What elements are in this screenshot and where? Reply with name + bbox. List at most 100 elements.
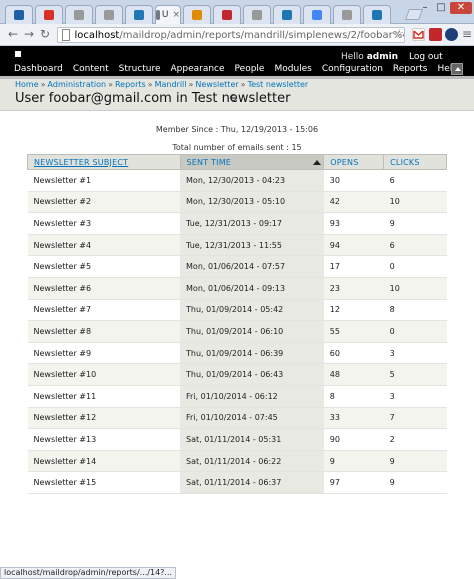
close-window-icon[interactable]: ✕ [450,2,472,14]
address-bar[interactable]: localhost/maildrop/admin/reports/mandril… [57,27,405,43]
browser-tab[interactable] [183,5,211,24]
browser-tab[interactable] [213,5,241,24]
shortcut-icon[interactable] [230,94,237,101]
cell-sent-time: Fri, 01/10/2014 - 07:45 [180,407,324,430]
cell-opens: 90 [323,428,384,451]
cell-subject: Newsletter #9 [27,342,181,365]
browser-tab[interactable] [35,5,63,24]
breadcrumb-link[interactable]: Mandrill [155,80,187,89]
cell-subject: Newsletter #10 [27,363,181,386]
table-row: Newsletter #1 Mon, 12/30/2013 - 04:23 30 6 [27,169,447,192]
admin-menu-item-configuration[interactable]: Configuration [322,64,383,74]
google-icon [312,10,322,20]
browser-tab[interactable] [303,5,331,24]
close-tab-icon[interactable]: × [172,10,180,20]
cell-clicks: 10 [383,191,447,214]
menu-icon[interactable]: ≡ [460,27,474,41]
table-header-row: Newsletter subject Sent time Opens Click… [27,154,447,170]
home-icon[interactable] [15,51,21,57]
cell-sent-time: Tue, 12/31/2013 - 09:17 [180,212,324,235]
cell-opens: 9 [323,450,384,473]
breadcrumb-separator: » [40,80,46,89]
reload-icon[interactable]: ↻ [38,27,52,41]
cell-clicks: 10 [383,277,447,300]
cell-sent-time: Mon, 12/30/2013 - 05:10 [180,191,324,214]
breadcrumb-link[interactable]: Test newsletter [248,80,309,89]
cell-clicks: 6 [383,234,447,257]
bookmark-star-icon[interactable]: ☆ [392,27,406,41]
cell-clicks: 7 [383,407,447,430]
header-label[interactable]: Clicks [390,158,420,167]
cell-clicks: 0 [383,255,447,278]
gmail-icon [44,10,54,20]
drupal-icon [372,10,382,20]
cell-subject: Newsletter #1 [27,169,181,192]
admin-menu-item-dashboard[interactable]: Dashboard [14,64,63,74]
mandrill-extension-icon[interactable] [429,28,442,41]
admin-menu-item-reports[interactable]: Reports [393,64,428,74]
cell-clicks: 3 [383,342,447,365]
admin-menu-item-appearance[interactable]: Appearance [171,64,225,74]
header-label[interactable]: Opens [330,158,358,167]
table-row: Newsletter #3 Tue, 12/31/2013 - 09:17 93 9 [27,212,447,235]
header-opens[interactable]: Opens [323,154,385,170]
cell-subject: Newsletter #7 [27,299,181,322]
admin-menu-item-people[interactable]: People [235,64,265,74]
admin-menu: Dashboard Content Structure Appearance Peopl… [14,64,468,74]
member-since: Member Since : Thu, 12/19/2013 - 15:06 [155,125,319,134]
browser-tab[interactable]: U × [155,5,181,24]
forward-icon[interactable]: → [22,27,36,41]
cell-sent-time: Sat, 01/11/2014 - 06:37 [180,471,324,494]
browser-tab[interactable] [65,5,93,24]
table-row: Newsletter #10 Thu, 01/09/2014 - 06:43 48 5 [27,363,447,386]
cell-opens: 60 [323,342,384,365]
cell-opens: 55 [323,320,384,343]
main-content: Member Since : Thu, 12/19/2013 - 15:06 T… [0,111,474,567]
breadcrumb-separator: » [188,80,194,89]
breadcrumb-link[interactable]: Newsletter [195,80,238,89]
shortcuts-toggle-icon[interactable] [451,63,463,75]
header-clicks[interactable]: Clicks [383,154,447,170]
breadcrumb-link[interactable]: Administration [48,80,107,89]
table-row: Newsletter #11 Fri, 01/10/2014 - 06:12 8 3 [27,385,447,408]
breadcrumb-link[interactable]: Home [15,80,39,89]
gmail-extension-icon[interactable] [412,28,425,41]
breadcrumb-link[interactable]: Reports [115,80,146,89]
header-label[interactable]: Sent time [187,158,232,167]
status-bar: localhost/maildrop/admin/reports/.../14?… [0,567,177,579]
header-newsletter-subject[interactable]: Newsletter subject [27,154,181,170]
browser-tab[interactable] [95,5,123,24]
cell-sent-time: Mon, 01/06/2014 - 07:57 [180,255,324,278]
browser-tab[interactable] [125,5,153,24]
logout-link[interactable]: Log out [409,52,443,62]
cell-opens: 48 [323,363,384,386]
admin-menu-item-structure[interactable]: Structure [119,64,161,74]
cell-sent-time: Sat, 01/11/2014 - 06:22 [180,450,324,473]
header-sent-time[interactable]: Sent time [179,154,325,170]
browser-tab[interactable] [363,5,391,24]
browser-tab[interactable] [243,5,271,24]
back-icon[interactable]: ← [6,27,20,41]
cell-opens: 42 [323,191,384,214]
username-link[interactable]: admin [367,52,398,62]
cell-subject: Newsletter #3 [27,212,181,235]
maximize-icon[interactable]: □ [434,2,448,14]
drupal-icon [134,10,144,20]
page-title: User foobar@gmail.com in Test newsletter [15,91,291,106]
page-icon [74,10,84,20]
browser-tab[interactable] [273,5,301,24]
extension-icon[interactable] [445,28,458,41]
table-row: Newsletter #4 Tue, 12/31/2013 - 11:55 94 6 [27,234,447,257]
table-row: Newsletter #2 Mon, 12/30/2013 - 05:10 42 10 [27,191,447,214]
minimize-icon[interactable]: – [418,2,432,14]
table-row: Newsletter #6 Mon, 01/06/2014 - 09:13 23 10 [27,277,447,300]
browser-tab[interactable] [333,5,361,24]
mandrill-icon [222,10,232,20]
table-row: Newsletter #12 Fri, 01/10/2014 - 07:45 33 7 [27,407,447,430]
browser-tab[interactable] [5,5,33,24]
cell-subject: Newsletter #12 [27,407,181,430]
cell-clicks: 5 [383,363,447,386]
header-label[interactable]: Newsletter subject [34,158,128,167]
admin-menu-item-content[interactable]: Content [73,64,109,74]
admin-menu-item-modules[interactable]: Modules [274,64,311,74]
